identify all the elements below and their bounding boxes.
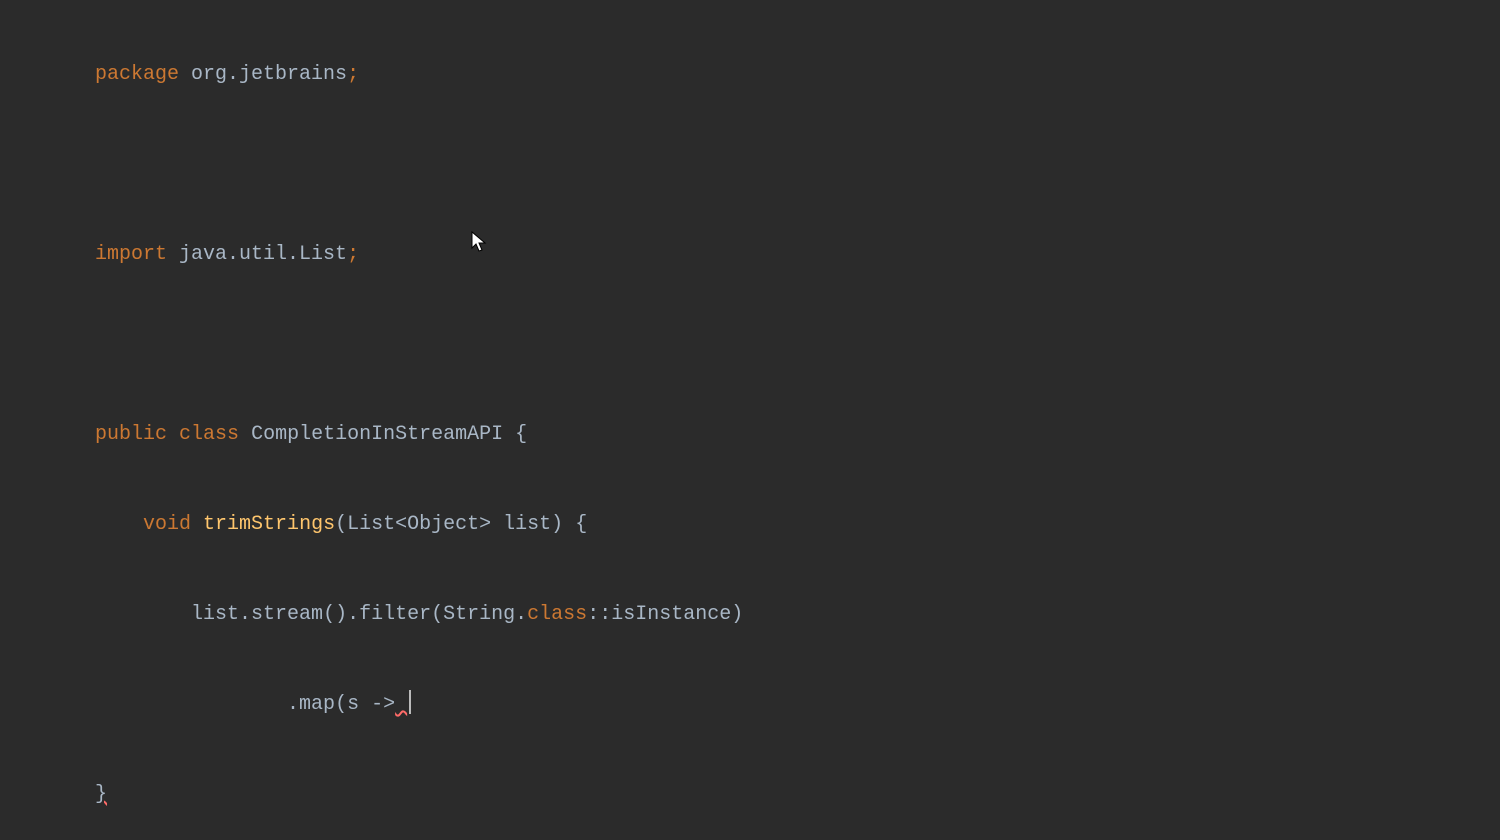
param-name: list [503, 513, 551, 536]
paren-close: ) [335, 603, 347, 626]
code-line[interactable]: list.stream().filter(String.class::isIns… [95, 600, 1500, 630]
code-line[interactable]: public class CompletionInStreamAPI { [95, 420, 1500, 450]
semicolon: ; [347, 63, 359, 86]
keyword-import: import [95, 243, 167, 266]
method-name: trimStrings [203, 513, 335, 536]
paren-close: ) [551, 513, 563, 536]
space [503, 423, 515, 446]
map-call: map [299, 693, 335, 716]
var-list: list [191, 603, 239, 626]
dot: . [239, 603, 251, 626]
keyword-class: class [179, 423, 239, 446]
space [239, 423, 251, 446]
keyword-package: package [95, 63, 179, 86]
code-line-empty[interactable] [95, 330, 1500, 360]
close-brace-error: } [95, 783, 107, 806]
space [179, 63, 191, 86]
space [191, 513, 203, 536]
double-colon: :: [587, 603, 611, 626]
keyword-void: void [143, 513, 191, 536]
space [563, 513, 575, 536]
code-line[interactable]: package org.jetbrains; [95, 60, 1500, 90]
indent [95, 513, 143, 536]
lambda-param: s [347, 693, 359, 716]
stream-call: stream [251, 603, 323, 626]
code-line-empty[interactable] [95, 150, 1500, 180]
space [359, 693, 371, 716]
space [167, 423, 179, 446]
dot: . [515, 603, 527, 626]
param-type: List<Object> [347, 513, 491, 536]
code-line[interactable]: .map(s -> [95, 690, 1500, 720]
code-line[interactable]: import java.util.List; [95, 240, 1500, 270]
semicolon: ; [347, 243, 359, 266]
paren-open: ( [323, 603, 335, 626]
class-name: CompletionInStreamAPI [251, 423, 503, 446]
space [491, 513, 503, 536]
keyword-class-ref: class [527, 603, 587, 626]
import-name: java.util.List [179, 243, 347, 266]
text-caret [409, 690, 411, 714]
body-open-brace: { [575, 513, 587, 536]
error-squiggle [395, 693, 407, 716]
package-name: org.jetbrains [191, 63, 347, 86]
dot: . [287, 693, 299, 716]
code-line[interactable]: } [95, 780, 1500, 810]
isinstance-ref: isInstance [611, 603, 731, 626]
dot: . [347, 603, 359, 626]
indent [95, 603, 191, 626]
filter-call: filter [359, 603, 431, 626]
paren-close: ) [731, 603, 743, 626]
open-brace: { [515, 423, 527, 446]
string-class: String [443, 603, 515, 626]
arrow-operator: -> [371, 693, 395, 716]
space [167, 243, 179, 266]
paren-open: ( [335, 693, 347, 716]
code-line[interactable]: void trimStrings(List<Object> list) { [95, 510, 1500, 540]
paren-open: ( [335, 513, 347, 536]
keyword-public: public [95, 423, 167, 446]
indent [95, 693, 287, 716]
code-editor[interactable]: package org.jetbrains; import java.util.… [0, 0, 1500, 840]
paren-open: ( [431, 603, 443, 626]
